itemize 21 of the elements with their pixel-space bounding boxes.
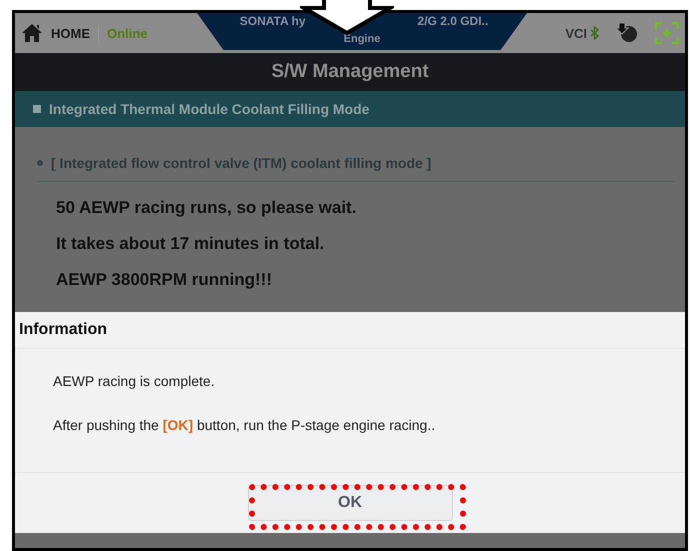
status-message: AEWP 3800RPM running!!!	[56, 270, 273, 290]
ok-button[interactable]: OK	[248, 485, 452, 521]
status-message: It takes about 17 minutes in total.	[56, 234, 326, 254]
bluetooth-icon	[590, 26, 599, 40]
system-label: Engine	[344, 33, 380, 45]
home-icon[interactable]	[21, 23, 43, 43]
connection-status: Online	[98, 26, 148, 40]
status-message: 50 AEWP racing runs, so please wait.	[56, 198, 358, 218]
vehicle-title: 2/G 2.0 GDI..	[418, 14, 488, 28]
bullet-icon	[37, 160, 43, 166]
screen-title: S/W Management	[15, 53, 685, 91]
mode-heading: [ Integrated flow control valve (ITM) coolant filling mode ]	[51, 155, 432, 171]
dialog-title: Information	[15, 312, 685, 349]
home-label[interactable]: HOME	[51, 26, 90, 40]
dialog-message: After pushing the [OK] button, run the P-stage engine racing..	[53, 417, 436, 433]
section-title: Integrated Thermal Module Coolant Filling Mode	[49, 101, 370, 117]
vci-label: VCI	[565, 26, 587, 40]
dialog-message: AEWP racing is complete.	[53, 373, 216, 389]
vehicle-title: SONATA hy	[240, 14, 306, 28]
download-globe-icon[interactable]	[615, 22, 639, 44]
bullet-icon	[33, 105, 41, 113]
